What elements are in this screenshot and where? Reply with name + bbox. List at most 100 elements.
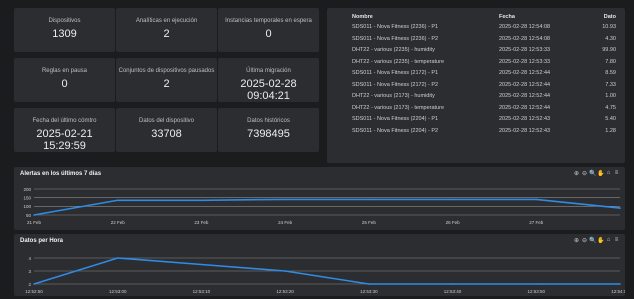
row-name: SDS011 - Nova Fitness (2204) - P2 (352, 127, 439, 134)
y-tick-label: 100 (23, 204, 31, 209)
data-point (368, 198, 370, 201)
row-date: 2025-02-28 12:52:44 (499, 104, 551, 111)
column-header-name[interactable]: Nombre (352, 14, 373, 20)
table-row[interactable]: SDS011 - Nova Fitness (2236) - P1 2025-02… (327, 21, 625, 33)
x-tick-label: 12:54:00 (611, 289, 625, 294)
stat-card-ultima-migracion: Última migración 2025-02-28 09:04:21 (218, 58, 319, 102)
row-value: 1.00 (605, 93, 616, 99)
y-tick-label: 2 (28, 282, 31, 287)
y-tick-label: 150 (23, 195, 31, 200)
table-row[interactable]: DHT22 - various (2173) - humidity 2025-02… (327, 90, 625, 102)
data-point (368, 283, 370, 285)
data-point (200, 199, 203, 202)
latest-data-table: Nombre Fecha Dato SDS011 - Nova Fitness … (327, 8, 625, 163)
data-point (116, 199, 119, 202)
x-tick-label: 21 Feb (27, 220, 42, 225)
data-point (619, 283, 621, 285)
table-row[interactable]: SDS011 - Nova Fitness (2172) - P2 2025-02… (327, 79, 625, 91)
table-row[interactable]: SDS011 - Nova Fitness (2172) - P1 2025-02… (327, 67, 625, 79)
row-value: 10.93 (602, 24, 616, 30)
x-tick-label: 24 Feb (278, 220, 293, 225)
row-name: SDS011 - Nova Fitness (2172) - P2 (352, 81, 439, 88)
stat-card-analiticas: Analíticas en ejecución 2 (116, 8, 217, 52)
stat-value: 1309 (52, 28, 77, 40)
stat-value: 0 (265, 28, 272, 40)
row-date: 2025-02-28 12:52:44 (499, 81, 551, 88)
x-tick-label: 12:53:20 (276, 289, 294, 294)
table-row[interactable]: DHT22 - various (2235) - humidity 2025-02… (327, 44, 625, 56)
column-header-value[interactable]: Dato (604, 14, 616, 20)
stat-label: Fecha del último cómtro (32, 118, 97, 124)
row-date: 2025-02-28 12:53:33 (499, 47, 551, 53)
data-point (200, 263, 203, 266)
table-row[interactable]: DHT22 - various (2173) - temperature 2025… (327, 102, 625, 114)
row-date: 2025-02-28 12:52:43 (499, 116, 551, 122)
data-point (451, 283, 454, 285)
row-name: SDS011 - Nova Fitness (2236) - P2 (352, 35, 439, 42)
stat-label: Analíticas en ejecución (135, 18, 198, 24)
y-tick-label: 200 (23, 187, 31, 192)
table-row[interactable]: SDS011 - Nova Fitness (2236) - P2 2025-02… (327, 33, 625, 45)
series-line (33, 198, 621, 216)
row-value: 7.80 (605, 58, 616, 65)
stat-value: 2 (163, 78, 170, 90)
row-date: 2025-02-28 12:54:08 (499, 24, 551, 30)
row-name: DHT22 - various (2173) - humidity (352, 93, 435, 99)
stat-card-ultimo-computo: Fecha del último cómtro 2025-02-21 15:29… (14, 108, 115, 152)
stat-label: Reglas en pausa (41, 68, 88, 74)
row-value: 99.90 (602, 47, 616, 53)
data-per-hour-chart-panel: Datos per Hora ⊕ ⊖ 🔍 ✋ ⌂ ≡ 2 3 4 12:52:50 12:53:0… (14, 234, 625, 296)
x-tick-label: 27 Feb (529, 220, 544, 225)
y-tick-label: 4 (28, 256, 31, 261)
stat-label: Datos del dispositivo (138, 118, 195, 124)
stat-card-dispositivos: Dispositivos 1309 (14, 8, 115, 52)
stat-value: 7398495 (247, 128, 290, 140)
x-tick-label: 12:52:50 (25, 289, 43, 294)
alerts-line-chart: 50 100 150 200 21 Feb 22 Feb 23 Feb 24 Feb 25 Fe… (23, 187, 621, 225)
stat-card-instancias: Instancias temporales en espera 0 (218, 8, 319, 52)
stat-label: Dispositivos (48, 18, 81, 24)
x-tick-label: 12:53:10 (193, 289, 211, 294)
row-name: SDS011 - Nova Fitness (2236) - P1 (352, 24, 439, 30)
y-tick-label: 50 (26, 213, 32, 218)
stat-card-datos-historicos: Datos históricos 7398495 (218, 108, 319, 152)
data-point (284, 198, 286, 201)
stat-value: 0 (61, 78, 68, 90)
x-tick-label: 12:53:30 (360, 289, 378, 294)
data-point (535, 198, 538, 201)
data-per-hour-line-chart: 2 3 4 12:52:50 12:53:00 12:53:10 12:53:20 12:53… (25, 256, 625, 294)
row-name: SDS011 - Nova Fitness (2204) - P1 (352, 116, 439, 122)
row-date: 2025-02-28 12:52:44 (499, 70, 551, 76)
data-point (33, 214, 35, 216)
y-tick-label: 3 (28, 269, 31, 274)
row-name: DHT22 - various (2235) - humidity (352, 47, 435, 53)
column-header-date[interactable]: Fecha (499, 14, 515, 20)
stat-label: Datos históricos (247, 118, 290, 124)
stat-card-reglas-pausa: Reglas en pausa 0 (14, 58, 115, 102)
data-point (535, 283, 538, 285)
x-tick-label: 12:53:00 (109, 289, 127, 294)
stat-value: 2025-02-28 09:04:21 (240, 78, 297, 102)
stat-label: Conjuntos de dispositivos pausados (118, 68, 215, 74)
stat-card-conjuntos-pausados: Conjuntos de dispositivos pausados 2 (116, 58, 217, 102)
row-value: 5.40 (605, 116, 616, 122)
stat-value: 33708 (151, 128, 182, 140)
row-name: SDS011 - Nova Fitness (2172) - P1 (352, 70, 439, 76)
stat-label: Instancias temporales en espera (225, 18, 312, 24)
row-value: 4.30 (605, 35, 616, 42)
x-tick-label: 12:53:50 (528, 289, 546, 294)
table-row[interactable]: SDS011 - Nova Fitness (2204) - P1 2025-02… (327, 113, 625, 125)
x-tick-label: 23 Feb (194, 220, 209, 225)
stat-card-datos-dispositivo: Datos del dispositivo 33708 (116, 108, 217, 152)
table-row[interactable]: SDS011 - Nova Fitness (2204) - P2 2025-02… (327, 125, 625, 137)
row-value: 8.59 (605, 70, 616, 76)
x-tick-label: 26 Feb (446, 220, 461, 225)
table-row[interactable]: DHT22 - various (2235) - temperature 2025… (327, 56, 625, 68)
data-point (33, 283, 35, 285)
data-point (619, 207, 621, 209)
row-value: 7.33 (605, 81, 616, 88)
row-name: DHT22 - various (2173) - temperature (352, 104, 445, 111)
alerts-chart-panel: Alertas en los últimos 7 días ⊕ ⊖ 🔍 ✋ ⌂ ≡ 50 1… (14, 167, 625, 230)
row-value: 4.75 (605, 104, 616, 111)
data-point (451, 198, 454, 201)
